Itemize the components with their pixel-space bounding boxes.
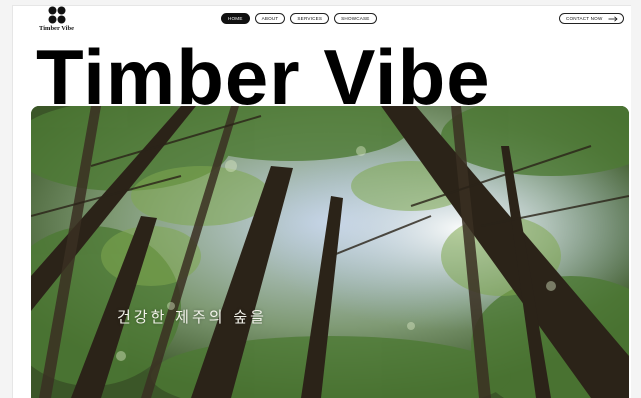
main-nav: HOME ABOUT SERVICES SHOWCASE xyxy=(221,13,377,24)
contact-now-button[interactable]: CONTACT NOW xyxy=(559,13,625,24)
hero-title: Timber Vibe xyxy=(36,33,491,121)
page: Timber Vibe HOME ABOUT SERVICES SHOWCASE… xyxy=(12,5,631,398)
nav-item-services[interactable]: SERVICES xyxy=(290,13,330,24)
brand-logo[interactable]: Timber Vibe xyxy=(39,6,77,36)
hero-forest-image: 건강한 제주의 숲을 xyxy=(31,106,629,398)
forest-canopy-photo xyxy=(31,106,629,398)
brand-name: Timber Vibe xyxy=(39,25,74,32)
nav-item-home[interactable]: HOME xyxy=(221,13,250,24)
four-dot-clover-icon xyxy=(48,6,66,24)
contact-now-label: CONTACT NOW xyxy=(566,16,603,21)
nav-item-about[interactable]: ABOUT xyxy=(254,13,286,24)
nav-item-showcase[interactable]: SHOWCASE xyxy=(334,13,377,24)
hero-caption: 건강한 제주의 숲을 xyxy=(117,308,267,326)
arrow-right-icon xyxy=(608,15,619,22)
